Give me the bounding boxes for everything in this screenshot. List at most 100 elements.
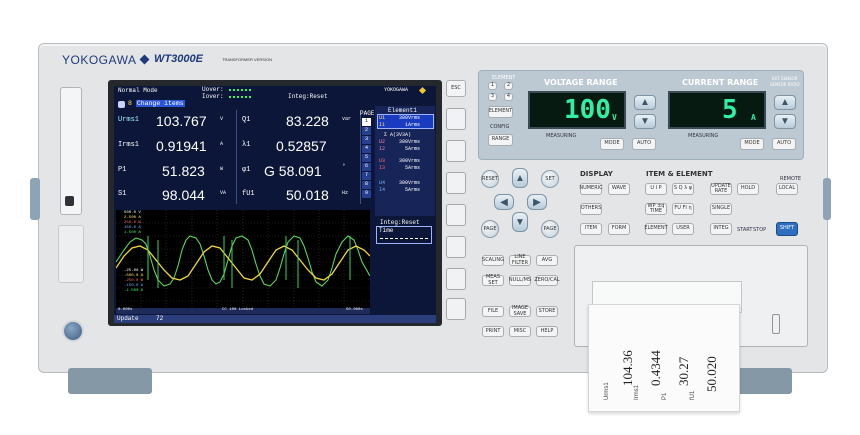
uover-label: Uover: xyxy=(202,86,224,93)
form-button[interactable]: FORM xyxy=(608,223,630,235)
others-button[interactable]: OTHERS xyxy=(580,203,602,215)
scaling-button[interactable]: SCALING xyxy=(482,255,504,266)
nav-down-button[interactable]: ▼ xyxy=(512,212,528,232)
page-item[interactable]: 8 xyxy=(362,181,371,189)
integ-panel-title: Integ:Reset xyxy=(380,219,420,226)
meas-value: G 58.091 xyxy=(264,163,322,179)
iover-label: Iover: xyxy=(202,93,224,100)
sigma-label: Σ A(3V3A) xyxy=(384,132,412,138)
current-auto-button[interactable]: AUTO xyxy=(772,138,796,150)
integ-button[interactable]: INTEG xyxy=(710,223,732,235)
current-mode-button[interactable]: MODE xyxy=(740,138,764,150)
voltage-mode-button[interactable]: MODE xyxy=(600,138,624,150)
printout-value: 0.4344 xyxy=(648,350,663,386)
meas-value: 51.823 xyxy=(162,163,205,179)
avg-button[interactable]: AVG xyxy=(536,255,558,266)
voltage-up-button[interactable]: ▲ xyxy=(634,95,656,110)
page-up-button[interactable]: PAGE xyxy=(481,220,499,238)
printout-label: fU1 xyxy=(690,390,696,400)
page-item[interactable]: 7 xyxy=(362,172,371,180)
waveform-display xyxy=(116,210,370,314)
update-rate-button[interactable]: UPDATE RATE xyxy=(710,183,732,195)
page-item[interactable]: 6 xyxy=(362,163,371,171)
shift-button[interactable]: SHIFT xyxy=(776,222,798,236)
softkey-7[interactable] xyxy=(446,298,466,320)
voltage-down-button[interactable]: ▼ xyxy=(634,114,656,129)
user-button[interactable]: USER xyxy=(672,223,694,235)
help-button[interactable]: HELP xyxy=(536,326,558,337)
hold-button[interactable]: HOLD xyxy=(737,183,759,195)
page-item[interactable]: 1 xyxy=(362,118,371,126)
softkey-5[interactable] xyxy=(446,236,466,258)
set-button[interactable]: SET xyxy=(541,170,559,188)
change-items-label: 8 Change items xyxy=(128,100,185,107)
sqp-button[interactable]: S Q λ φ xyxy=(672,183,694,195)
update-count: 72 xyxy=(156,315,164,322)
model-name: WT3000E xyxy=(154,53,203,65)
current-measuring-label: MEASURING xyxy=(688,133,719,139)
change-items-icon xyxy=(118,101,125,108)
meas-value: 98.044 xyxy=(162,187,205,203)
voltage-auto-button[interactable]: AUTO xyxy=(632,138,656,150)
file-button[interactable]: FILE xyxy=(482,306,504,317)
softkey-1[interactable] xyxy=(446,108,466,130)
current-up-button[interactable]: ▲ xyxy=(774,95,796,110)
reset-button[interactable]: RESET xyxy=(481,170,499,188)
esc-button[interactable]: ESC xyxy=(446,80,466,97)
meas-value: 83.228 xyxy=(286,113,329,129)
meas-set-button[interactable]: MEAS SET xyxy=(482,274,504,286)
store-button[interactable]: STORE xyxy=(536,306,558,317)
meas-unit: VA xyxy=(220,190,227,196)
power-button[interactable] xyxy=(62,320,84,342)
page-item[interactable]: 4 xyxy=(362,145,371,153)
page-item[interactable]: 3 xyxy=(362,136,371,144)
uip-button[interactable]: U I P xyxy=(645,183,667,195)
iover-indicator xyxy=(229,96,251,100)
softkey-4[interactable] xyxy=(446,204,466,226)
null-button[interactable]: NULL/MS xyxy=(509,275,531,286)
image-save-button[interactable]: IMAGE SAVE xyxy=(509,305,531,317)
local-button[interactable]: LOCAL xyxy=(776,183,798,195)
element-digit-4[interactable]: 4 xyxy=(504,93,513,101)
voltage-measuring-label: MEASURING xyxy=(546,133,577,139)
eject-button[interactable] xyxy=(65,196,74,206)
meas-unit: A xyxy=(220,141,224,147)
line-filter-button[interactable]: LINE FILTER xyxy=(509,254,531,266)
wp-time-button[interactable]: WP ±q TIME xyxy=(645,203,667,215)
printer-cover-latch[interactable] xyxy=(772,314,780,334)
element-button[interactable]: ELEMENT xyxy=(644,223,668,235)
zero-cal-button[interactable]: ZERO/CAL xyxy=(534,275,560,286)
meas-unit: ° xyxy=(342,163,346,170)
element-digit-1[interactable]: 1 xyxy=(488,82,497,90)
page-item[interactable]: 2 xyxy=(362,127,371,135)
voltage-unit: V xyxy=(612,113,617,122)
page-down-button[interactable]: PAGE xyxy=(541,220,559,238)
current-down-button[interactable]: ▼ xyxy=(774,114,796,129)
misc-button[interactable]: MISC xyxy=(509,326,531,337)
element-digit-3[interactable]: 3 xyxy=(488,93,497,101)
page-item[interactable]: 9 xyxy=(362,190,371,198)
single-button[interactable]: SINGLE xyxy=(710,203,732,215)
softkey-6[interactable] xyxy=(446,268,466,290)
left-handle xyxy=(30,178,40,220)
current-range-title: CURRENT RANGE xyxy=(682,78,759,87)
element-digit-2[interactable]: 2 xyxy=(504,82,513,90)
u3-label: U3 xyxy=(379,158,386,164)
softkey-2[interactable] xyxy=(446,140,466,162)
print-button[interactable]: PRINT xyxy=(482,326,504,337)
page-item[interactable]: 5 xyxy=(362,154,371,162)
item-button[interactable]: ITEM xyxy=(580,223,602,235)
nav-right-button[interactable]: ▶ xyxy=(527,194,547,210)
range-config-button[interactable]: RANGE xyxy=(488,134,513,146)
numeric-button[interactable]: NUMERIC xyxy=(579,183,603,195)
update-label: Update xyxy=(117,315,139,322)
softkey-3[interactable] xyxy=(446,172,466,194)
nav-left-button[interactable]: ◀ xyxy=(494,194,514,210)
stop-label: STOP xyxy=(753,227,767,233)
wave-button[interactable]: WAVE xyxy=(608,183,630,195)
integ-status: Integ:Reset xyxy=(288,93,328,100)
element-select-button[interactable]: ELEMENT xyxy=(488,106,513,118)
i3-range: 5Arms xyxy=(405,165,421,171)
fu-fi-button[interactable]: FU FI η xyxy=(672,203,694,215)
nav-up-button[interactable]: ▲ xyxy=(512,168,528,188)
